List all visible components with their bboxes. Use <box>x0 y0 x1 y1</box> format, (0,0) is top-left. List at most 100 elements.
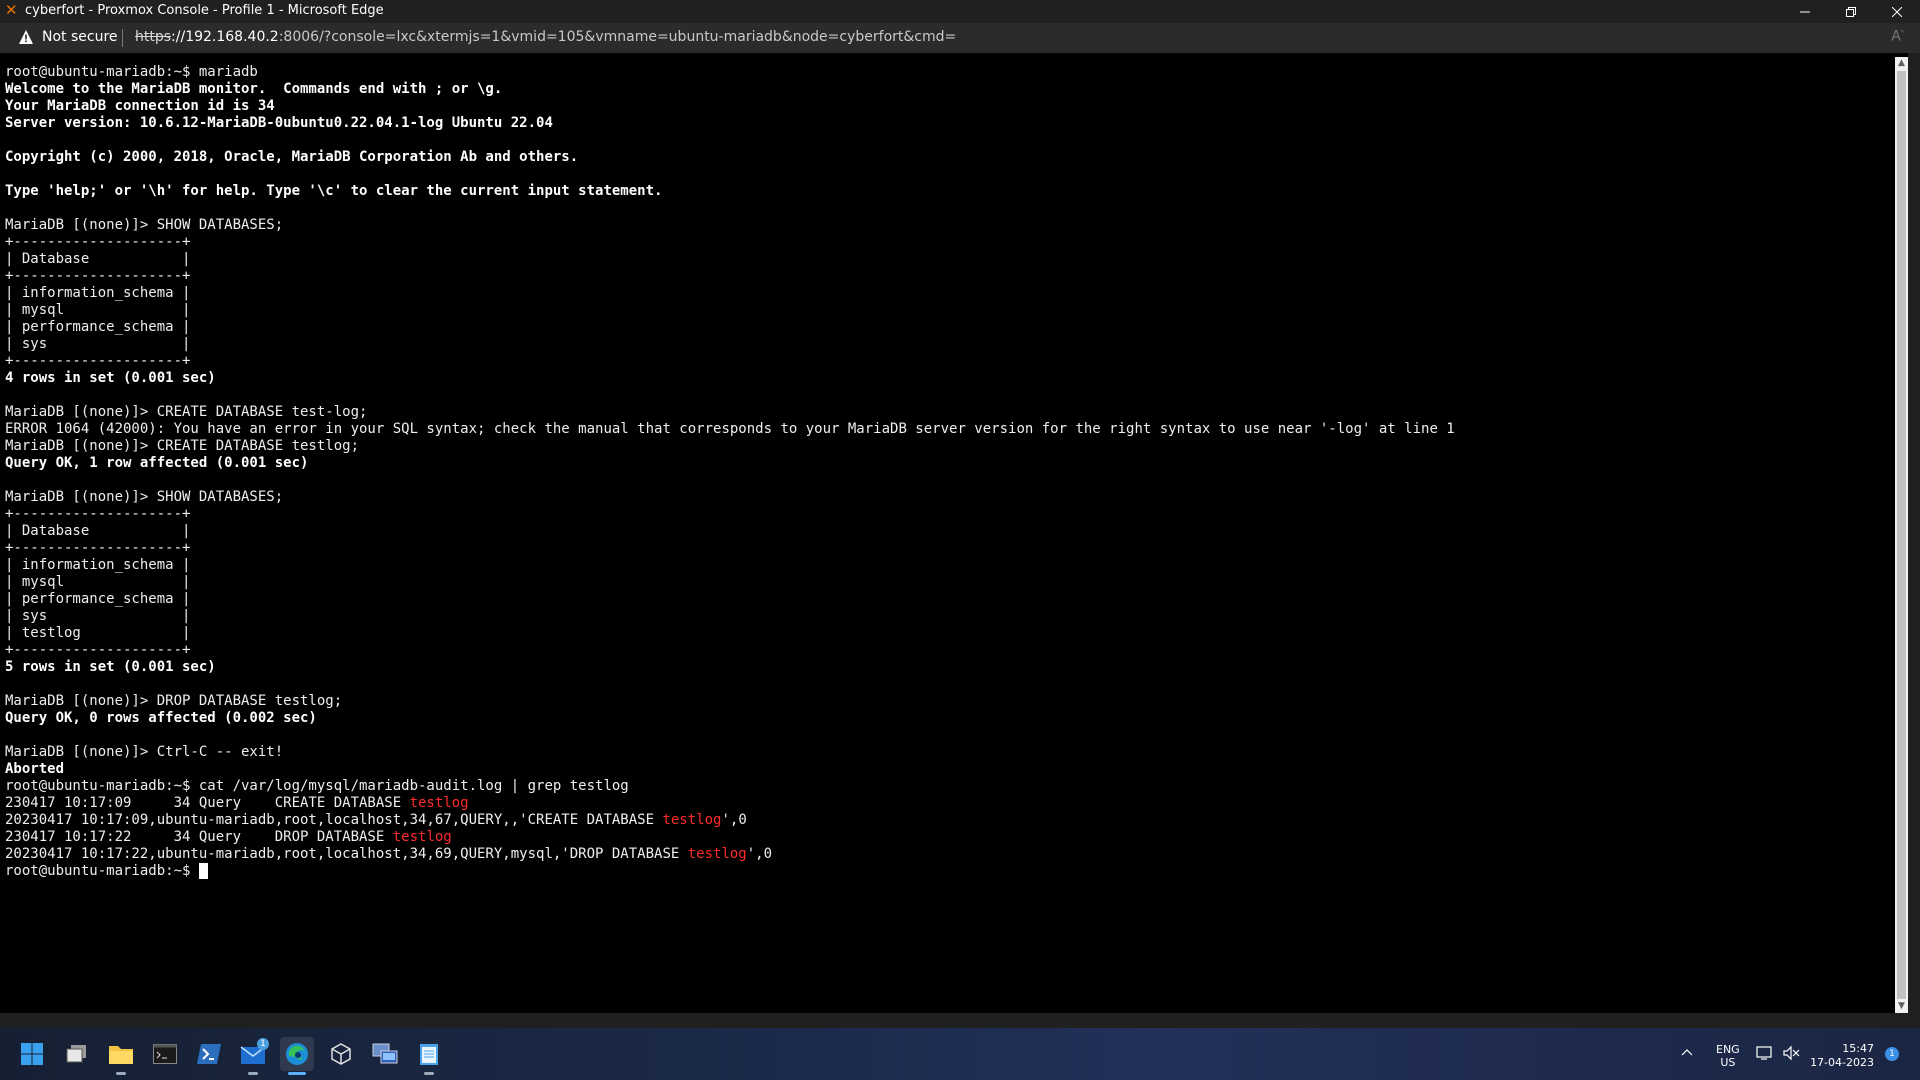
minimize-icon <box>1800 11 1810 12</box>
terminal-text: ERROR 1064 (42000): You have an error in… <box>5 421 1455 437</box>
edge-icon <box>286 1043 308 1065</box>
close-button[interactable] <box>1874 0 1920 23</box>
terminal-line: | mysql | <box>5 574 1894 591</box>
terminal-line: Copyright (c) 2000, 2018, Oracle, MariaD… <box>5 149 1894 166</box>
task-view-button[interactable] <box>60 1037 94 1071</box>
powershell-icon <box>197 1044 221 1064</box>
terminal-line: 230417 10:17:22 34 Query DROP DATABASE t… <box>5 829 1894 846</box>
show-hidden-icons-chevron-icon[interactable] <box>1681 1045 1693 1059</box>
restore-button[interactable] <box>1828 0 1874 23</box>
region-code: US <box>1720 1056 1736 1069</box>
terminal-line: Your MariaDB connection id is 34 <box>5 98 1894 115</box>
active-indicator <box>288 1072 306 1075</box>
scroll-down-icon[interactable]: ▼ <box>1895 1000 1908 1013</box>
warning-icon[interactable] <box>18 29 34 45</box>
proxmox-console-window: ✕ cyberfort - Proxmox Console - Profile … <box>0 0 1920 1080</box>
address-bar[interactable]: Not secure https://192.168.40.2:8006/?co… <box>0 23 1920 53</box>
terminal-scrollbar[interactable]: ▲ ▼ <box>1895 57 1908 1013</box>
url-scheme: https <box>135 29 172 45</box>
terminal-line: | information_schema | <box>5 285 1894 302</box>
scroll-up-icon[interactable]: ▲ <box>1895 57 1908 70</box>
terminal-line: MariaDB [(none)]> Ctrl-C -- exit! <box>5 744 1894 761</box>
volume-muted-icon[interactable] <box>1782 1045 1800 1064</box>
restore-icon <box>1846 6 1856 17</box>
terminal-line: MariaDB [(none)]> SHOW DATABASES; <box>5 489 1894 506</box>
folder-icon <box>109 1046 133 1064</box>
read-aloud-icon[interactable]: Aⁿ <box>1891 28 1904 45</box>
scrollbar-thumb[interactable] <box>1897 71 1906 999</box>
terminal-text: root@ubuntu-mariadb:~$ <box>5 863 199 879</box>
terminal-text: | mysql | <box>5 302 191 318</box>
grep-match: testlog <box>392 829 452 845</box>
notification-badge[interactable]: 1 <box>1885 1047 1899 1061</box>
3d-viewer-button[interactable] <box>324 1037 358 1071</box>
edge-button[interactable] <box>280 1037 314 1075</box>
terminal-text: | mysql | <box>5 574 191 590</box>
terminal-text: Copyright (c) 2000, 2018, Oracle, MariaD… <box>5 149 579 165</box>
terminal-text: | testlog | <box>5 625 191 641</box>
clock-time: 15:47 <box>1842 1042 1874 1055</box>
window-title: cyberfort - Proxmox Console - Profile 1 … <box>25 3 384 18</box>
remote-desktop-button[interactable] <box>368 1037 402 1071</box>
terminal-line: MariaDB [(none)]> CREATE DATABASE testlo… <box>5 438 1894 455</box>
terminal-text: | information_schema | <box>5 557 191 573</box>
grep-match: testlog <box>662 812 722 828</box>
terminal-text: | performance_schema | <box>5 591 191 607</box>
notepad-icon <box>420 1044 438 1065</box>
grep-match: testlog <box>409 795 469 811</box>
terminal-text: Server version: 10.6.12-MariaDB-0ubuntu0… <box>5 115 553 131</box>
clock[interactable]: 15:47 17-04-2023 <box>1808 1042 1874 1070</box>
language-indicator[interactable]: ENG US <box>1716 1043 1740 1069</box>
terminal-text: ',0 <box>746 846 773 862</box>
terminal-line: 20230417 10:17:09,ubuntu-mariadb,root,lo… <box>5 812 1894 829</box>
terminal-line: +--------------------+ <box>5 234 1894 251</box>
terminal-text: root@ubuntu-mariadb:~$ cat /var/log/mysq… <box>5 778 629 794</box>
terminal-text: MariaDB [(none)]> SHOW DATABASES; <box>5 489 284 505</box>
terminal-line: | Database | <box>5 251 1894 268</box>
terminal-console[interactable]: root@ubuntu-mariadb:~$ mariadb Welcome to… <box>0 57 1894 1013</box>
minimize-button[interactable] <box>1782 0 1828 23</box>
terminal-line: | information_schema | <box>5 557 1894 574</box>
terminal-line: root@ubuntu-mariadb:~$ mariadb <box>5 64 1894 81</box>
terminal-text: 5 rows in set (0.001 sec) <box>5 659 216 675</box>
terminal-line: Welcome to the MariaDB monitor. Commands… <box>5 81 1894 98</box>
terminal-text: 20230417 10:17:22,ubuntu-mariadb,root,lo… <box>5 846 688 862</box>
terminal-line: +--------------------+ <box>5 506 1894 523</box>
terminal-text: Type 'help;' or '\h' for help. Type '\c'… <box>5 183 663 199</box>
powershell-button[interactable] <box>192 1037 226 1071</box>
url-field[interactable]: https://192.168.40.2:8006/?console=lxc&x… <box>135 29 956 45</box>
address-divider <box>122 29 123 47</box>
terminal-text: ',0 <box>721 812 747 828</box>
start-button[interactable] <box>15 1037 49 1071</box>
terminal-line: | testlog | <box>5 625 1894 642</box>
terminal-button[interactable] <box>148 1037 182 1071</box>
url-host: ://192.168.40.2 <box>171 29 279 45</box>
running-indicator <box>116 1072 126 1075</box>
terminal-text: Aborted <box>5 761 65 777</box>
security-label[interactable]: Not secure <box>42 29 118 45</box>
clock-date: 17-04-2023 <box>1810 1056 1874 1069</box>
file-explorer-button[interactable] <box>104 1037 138 1075</box>
terminal-line: root@ubuntu-mariadb:~$ <box>5 863 1894 880</box>
terminal-text: | performance_schema | <box>5 319 191 335</box>
terminal-text: +--------------------+ <box>5 234 191 250</box>
terminal-text: +--------------------+ <box>5 540 191 556</box>
terminal-text: Query OK, 1 row affected (0.001 sec) <box>5 455 309 471</box>
title-bar: ✕ cyberfort - Proxmox Console - Profile … <box>0 0 1920 23</box>
mail-button[interactable]: 1 <box>236 1037 270 1075</box>
notepad-button[interactable] <box>412 1037 446 1075</box>
terminal-line: | performance_schema | <box>5 591 1894 608</box>
running-indicator <box>248 1072 258 1075</box>
terminal-line: Type 'help;' or '\h' for help. Type '\c'… <box>5 183 1894 200</box>
terminal-line: +--------------------+ <box>5 353 1894 370</box>
proxmox-logo-icon: ✕ <box>5 1 18 19</box>
window-right-edge <box>1908 53 1920 1028</box>
terminal-text: 4 rows in set (0.001 sec) <box>5 370 216 386</box>
terminal-text: 230417 10:17:22 34 Query DROP DATABASE <box>5 829 393 845</box>
taskbar: 1 ENG US 15:47 17-04-2023 1 <box>0 1028 1920 1080</box>
network-icon[interactable] <box>1756 1045 1774 1064</box>
